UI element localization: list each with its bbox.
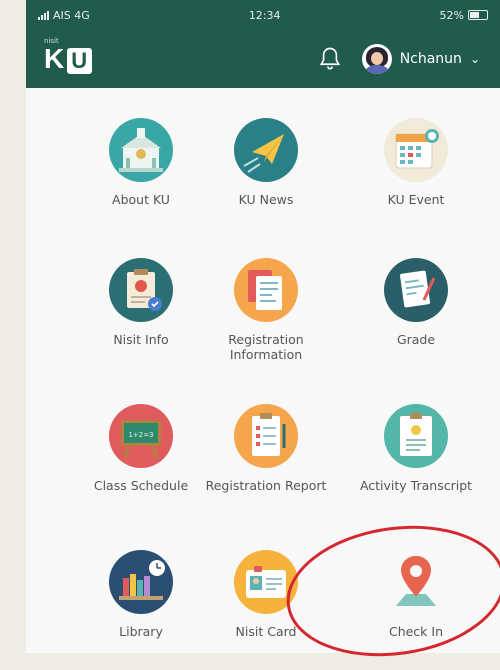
chevron-down-icon: ⌄ (469, 52, 480, 66)
paper-plane-icon (234, 118, 298, 182)
menu-label: About KU (112, 192, 170, 207)
signal-icon (38, 10, 49, 20)
menu-label: Registration Report (205, 478, 327, 493)
menu-label: KU Event (387, 192, 445, 207)
chalkboard-icon: 1+2=3 (109, 404, 173, 468)
menu-item-activity-transcript[interactable]: Activity Transcript (346, 404, 486, 493)
menu-label: Class Schedule (93, 478, 189, 493)
menu-label: Activity Transcript (359, 478, 473, 493)
status-bar: AIS 4G 12:34 52% (26, 0, 500, 30)
clock: 12:34 (248, 8, 281, 22)
transcript-icon (384, 404, 448, 468)
notification-bell-icon[interactable] (316, 45, 344, 73)
menu-label: Registration Information (228, 332, 304, 362)
menu-label: Library (119, 624, 163, 639)
books-icon (109, 550, 173, 614)
ku-logo: nisit KU (44, 37, 93, 75)
building-icon (109, 118, 173, 182)
report-clipboard-icon (234, 404, 298, 468)
app-header: nisit KU Nchanun ⌄ (26, 30, 500, 88)
menu-item-library[interactable]: Library (71, 550, 211, 639)
battery-icon (468, 10, 488, 20)
menu-item-nisit-info[interactable]: Nisit Info (71, 258, 211, 347)
battery-percent: 52% (439, 8, 464, 22)
avatar (361, 44, 392, 74)
calendar-icon (384, 118, 448, 182)
menu-item-ku-event[interactable]: KU Event (346, 118, 486, 207)
menu-item-registration-report[interactable]: Registration Report (196, 404, 336, 493)
documents-icon (234, 258, 298, 322)
menu-label: Nisit Info (113, 332, 169, 347)
user-menu[interactable]: Nchanun ⌄ (361, 44, 480, 74)
clipboard-icon (109, 258, 173, 322)
svg-text:1+2=3: 1+2=3 (128, 431, 153, 439)
user-name: Nchanun (399, 51, 462, 67)
menu-item-class-schedule[interactable]: 1+2=3 Class Schedule (71, 404, 211, 493)
menu-item-grade[interactable]: Grade (346, 258, 486, 347)
menu-label: KU News (238, 192, 294, 207)
menu-item-registration-information[interactable]: Registration Information (196, 258, 336, 362)
menu-item-ku-news[interactable]: KU News (196, 118, 336, 207)
carrier-text: AIS 4G (53, 8, 90, 22)
menu-label: Grade (396, 332, 436, 347)
grade-sheet-icon (384, 258, 448, 322)
menu-item-about-ku[interactable]: About KU (71, 118, 211, 207)
